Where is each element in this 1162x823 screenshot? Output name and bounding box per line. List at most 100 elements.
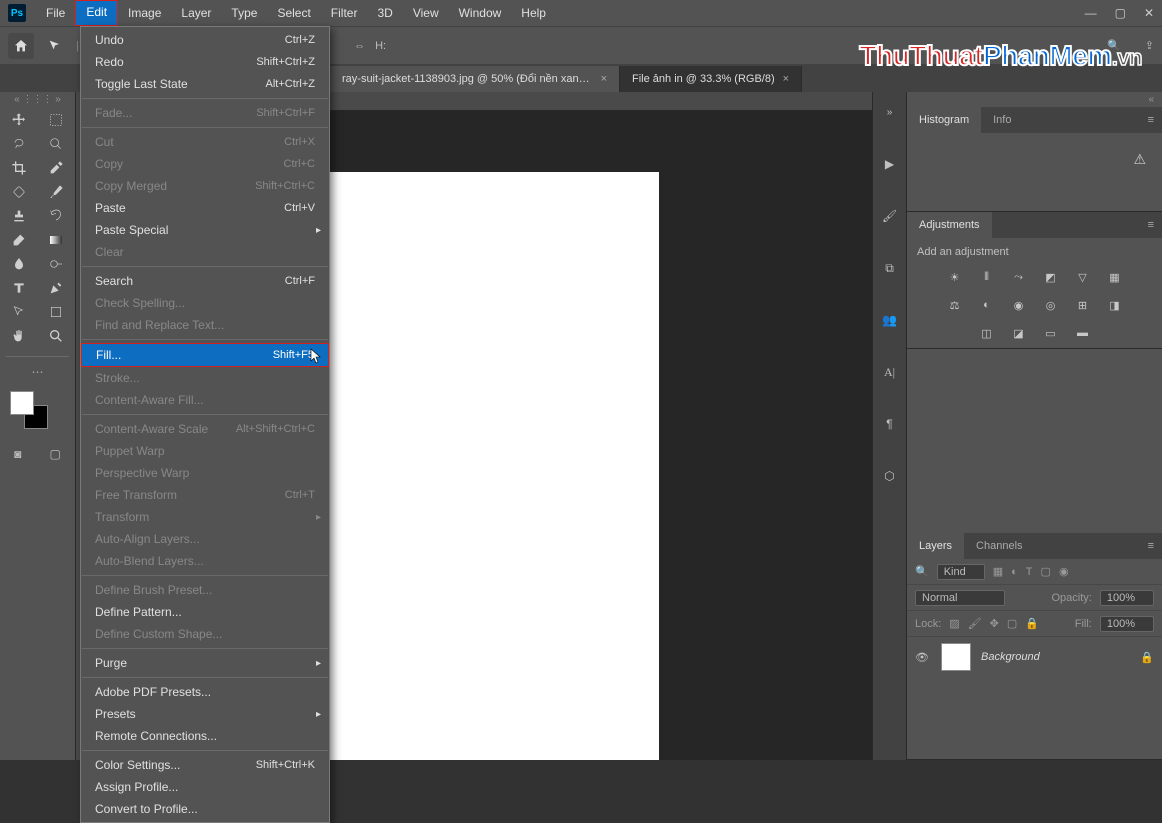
adjustments-tab[interactable]: Adjustments xyxy=(907,212,992,238)
visibility-icon[interactable]: 👁 xyxy=(915,651,931,664)
minimize-icon[interactable]: — xyxy=(1085,6,1097,20)
menu-type[interactable]: Type xyxy=(221,0,267,26)
layers-tab[interactable]: Layers xyxy=(907,533,964,559)
eraser-tool[interactable] xyxy=(0,228,38,252)
invert-icon[interactable]: ◨ xyxy=(1104,296,1126,314)
lock-transparent-icon[interactable]: ▨ xyxy=(949,617,959,630)
menu-item-convert-to-profile-[interactable]: Convert to Profile... xyxy=(81,798,329,820)
menu-item-remote-connections-[interactable]: Remote Connections... xyxy=(81,725,329,747)
menu-edit[interactable]: Edit xyxy=(75,0,118,26)
photo-filter-icon[interactable]: ◉ xyxy=(1008,296,1030,314)
menu-help[interactable]: Help xyxy=(511,0,556,26)
menu-item-redo[interactable]: RedoShift+Ctrl+Z xyxy=(81,51,329,73)
play-icon[interactable]: ▶ xyxy=(876,150,904,178)
dodge-tool[interactable] xyxy=(38,252,76,276)
blur-tool[interactable] xyxy=(0,252,38,276)
screenmode-icon[interactable]: ▢ xyxy=(50,447,61,461)
canvas[interactable] xyxy=(329,172,659,760)
close-tab-icon[interactable]: × xyxy=(783,73,789,85)
healing-tool[interactable] xyxy=(0,180,38,204)
doc-tab-2[interactable]: File ảnh in @ 33.3% (RGB/8) × xyxy=(620,66,802,92)
threshold-icon[interactable]: ◪ xyxy=(1008,324,1030,342)
shape-tool[interactable] xyxy=(38,300,76,324)
maximize-icon[interactable]: ▢ xyxy=(1115,6,1126,20)
warning-icon[interactable]: ⚠ xyxy=(1133,151,1146,168)
lock-icon[interactable]: 🔒 xyxy=(1140,651,1154,664)
brush-settings-icon[interactable]: 🖌 xyxy=(876,202,904,230)
menu-item-assign-profile-[interactable]: Assign Profile... xyxy=(81,776,329,798)
menu-item-fill-[interactable]: Fill...Shift+F5 xyxy=(81,343,329,367)
exposure-icon[interactable]: ◩ xyxy=(1040,268,1062,286)
quickmask-icon[interactable]: ◙ xyxy=(14,447,21,461)
filter-shape-icon[interactable]: ▢ xyxy=(1041,565,1051,578)
opacity-value[interactable]: 100% xyxy=(1100,590,1154,606)
menu-item-paste-special[interactable]: Paste Special xyxy=(81,219,329,241)
share-icon[interactable]: ⇪ xyxy=(1145,39,1154,52)
layer-row-background[interactable]: 👁 Background 🔒 xyxy=(907,637,1162,677)
filter-type-icon[interactable]: T xyxy=(1026,566,1033,578)
menu-item-presets[interactable]: Presets xyxy=(81,703,329,725)
libraries-icon[interactable]: 👥 xyxy=(876,306,904,334)
menu-view[interactable]: View xyxy=(403,0,449,26)
menu-image[interactable]: Image xyxy=(118,0,171,26)
clone-source-icon[interactable]: ⧉ xyxy=(876,254,904,282)
menu-item-purge[interactable]: Purge xyxy=(81,652,329,674)
channel-mixer-icon[interactable]: ◎ xyxy=(1040,296,1062,314)
curves-icon[interactable]: ⤳ xyxy=(1008,268,1030,286)
panel-menu-icon[interactable]: ≡ xyxy=(1140,219,1162,231)
menu-item-toggle-last-state[interactable]: Toggle Last StateAlt+Ctrl+Z xyxy=(81,73,329,95)
filter-smart-icon[interactable]: ◉ xyxy=(1059,565,1069,578)
paragraph-icon[interactable]: ¶ xyxy=(876,410,904,438)
eyedropper-tool[interactable] xyxy=(38,156,76,180)
filter-kind-dropdown[interactable]: Kind xyxy=(937,564,985,580)
3d-icon[interactable]: ⬡ xyxy=(876,462,904,490)
vibrance-icon[interactable]: ▽ xyxy=(1072,268,1094,286)
quick-select-tool[interactable] xyxy=(38,132,76,156)
fill-value[interactable]: 100% xyxy=(1100,616,1154,632)
lock-position-icon[interactable]: ✥ xyxy=(990,617,999,630)
path-select-tool[interactable] xyxy=(0,300,38,324)
color-lookup-icon[interactable]: ⊞ xyxy=(1072,296,1094,314)
blend-mode-dropdown[interactable]: Normal xyxy=(915,590,1005,606)
hue-icon[interactable]: ▦ xyxy=(1104,268,1126,286)
character-icon[interactable]: A| xyxy=(876,358,904,386)
levels-icon[interactable]: ⫴ xyxy=(976,268,998,286)
menu-window[interactable]: Window xyxy=(449,0,512,26)
pen-tool[interactable] xyxy=(38,276,76,300)
menu-3d[interactable]: 3D xyxy=(367,0,402,26)
filter-pixel-icon[interactable]: ▦ xyxy=(993,565,1003,578)
hand-tool[interactable] xyxy=(0,324,38,348)
collapse-icon[interactable]: » xyxy=(876,98,904,126)
history-brush-tool[interactable] xyxy=(38,204,76,228)
home-icon[interactable] xyxy=(8,33,34,59)
menu-item-search[interactable]: SearchCtrl+F xyxy=(81,270,329,292)
color-swatches[interactable] xyxy=(10,391,48,429)
histogram-tab[interactable]: Histogram xyxy=(907,107,981,133)
gradient-tool[interactable] xyxy=(38,228,76,252)
foreground-color-swatch[interactable] xyxy=(10,391,34,415)
type-tool[interactable] xyxy=(0,276,38,300)
doc-tab-1[interactable]: ray-suit-jacket-1138903.jpg @ 50% (Đổi n… xyxy=(330,66,620,92)
bw-icon[interactable]: ◐ xyxy=(976,296,998,314)
brush-tool[interactable] xyxy=(38,180,76,204)
posterize-icon[interactable]: ◫ xyxy=(976,324,998,342)
menu-file[interactable]: File xyxy=(36,0,75,26)
lock-all-icon[interactable]: 🔒 xyxy=(1025,617,1039,630)
path-selection-icon[interactable] xyxy=(44,35,66,57)
gradient-map-icon[interactable]: ▭ xyxy=(1040,324,1062,342)
zoom-tool[interactable] xyxy=(38,324,76,348)
info-tab[interactable]: Info xyxy=(981,107,1023,133)
menu-item-define-pattern-[interactable]: Define Pattern... xyxy=(81,601,329,623)
lock-pixels-icon[interactable]: 🖌 xyxy=(968,617,982,630)
channels-tab[interactable]: Channels xyxy=(964,533,1034,559)
filter-adjust-icon[interactable]: ◐ xyxy=(1011,566,1018,578)
brightness-icon[interactable]: ☀ xyxy=(944,268,966,286)
panel-menu-icon[interactable]: ≡ xyxy=(1140,540,1162,552)
lock-artboard-icon[interactable]: ▢ xyxy=(1007,617,1017,630)
stamp-tool[interactable] xyxy=(0,204,38,228)
close-icon[interactable]: ✕ xyxy=(1144,6,1154,20)
menu-layer[interactable]: Layer xyxy=(171,0,221,26)
menu-filter[interactable]: Filter xyxy=(321,0,368,26)
lasso-tool[interactable] xyxy=(0,132,38,156)
marquee-tool[interactable] xyxy=(38,108,76,132)
